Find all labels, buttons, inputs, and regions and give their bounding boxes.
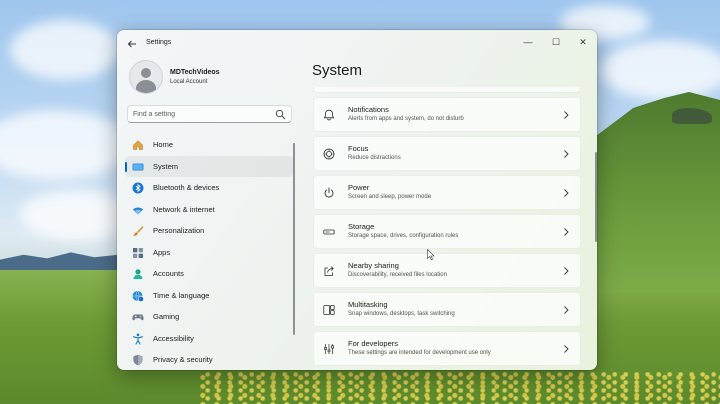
sidebar-item-label: Network & internet [153, 204, 215, 214]
sidebar-item-label: Home [153, 140, 174, 149]
card-subtitle: Reduce distractions [348, 155, 401, 161]
accessibility-icon [132, 333, 144, 345]
sidebar-item-time-language[interactable]: Time & language [125, 285, 293, 307]
sidebar-item-accounts[interactable]: Accounts [125, 263, 293, 285]
card-notifications[interactable]: Notifications Alerts from apps and syste… [313, 97, 581, 132]
mouse-cursor-icon [427, 249, 435, 260]
profile-name: MDTechVideos [170, 69, 220, 76]
card-multitasking[interactable]: Multitasking Snap windows, desktops, tas… [313, 292, 581, 327]
card-focus[interactable]: Focus Reduce distractions [313, 136, 581, 171]
sidebar-item-accessibility[interactable]: Accessibility [125, 328, 293, 350]
developer-tools-icon [324, 344, 335, 354]
maximize-button[interactable]: ☐ [543, 34, 569, 50]
globe-clock-icon [132, 290, 144, 302]
card-title: Notifications [348, 105, 389, 114]
card-power[interactable]: Power Screen and sleep, power mode [313, 175, 581, 210]
search-input[interactable] [133, 108, 273, 120]
accounts-icon [133, 269, 143, 279]
card-subtitle: Alerts from apps and system, do not dist… [348, 116, 464, 122]
window-title: Settings [146, 39, 172, 46]
sidebar-nav: Home System Bluetooth & devices Network … [125, 134, 293, 370]
back-arrow-icon [127, 40, 136, 48]
sidebar-scrollbar[interactable] [293, 143, 295, 335]
card-subtitle: Screen and sleep, power mode [348, 194, 432, 200]
card-subtitle: These settings are intended for developm… [348, 350, 491, 356]
sidebar-item-label: Time & language [153, 290, 210, 300]
chevron-right-icon [564, 111, 569, 119]
sidebar-item-label: Accounts [153, 269, 184, 278]
home-icon [133, 140, 143, 150]
sidebar-item-home[interactable]: Home [125, 134, 293, 156]
brush-icon [133, 226, 144, 236]
card-title: Nearby sharing [348, 261, 399, 270]
main-scrollbar[interactable] [595, 152, 597, 242]
card-nearby-sharing[interactable]: Nearby sharing Discoverability, received… [313, 253, 581, 288]
chevron-right-icon [564, 345, 569, 353]
bluetooth-icon [132, 182, 144, 194]
sidebar-item-privacy-security[interactable]: Privacy & security [125, 349, 293, 370]
share-icon [324, 266, 334, 276]
card-title: Storage [348, 222, 375, 231]
chevron-right-icon [564, 267, 569, 275]
focus-icon [323, 148, 335, 160]
title-bar: Settings — ☐ ✕ [117, 30, 597, 58]
card-title: Power [348, 183, 370, 192]
card-title: Focus [348, 144, 369, 153]
bell-icon [323, 109, 335, 121]
sidebar-item-label: Personalization [153, 226, 205, 235]
close-button[interactable]: ✕ [570, 34, 596, 50]
shield-icon [133, 354, 143, 366]
apps-icon [133, 247, 143, 258]
avatar [129, 60, 163, 94]
settings-window: Settings — ☐ ✕ MDTechVideos Local Accoun… [117, 30, 597, 370]
system-settings-list: Notifications Alerts from apps and syste… [313, 87, 581, 370]
power-icon [324, 187, 334, 198]
storage-icon [323, 229, 335, 235]
card-storage[interactable]: Storage Storage space, drives, configura… [313, 214, 581, 249]
card-subtitle: Storage space, drives, configuration rul… [348, 233, 459, 239]
chevron-right-icon [564, 150, 569, 158]
page-title: System [312, 62, 363, 79]
sidebar-item-label: Gaming [153, 312, 180, 321]
chevron-right-icon [564, 306, 569, 314]
minimize-button[interactable]: — [515, 34, 541, 50]
card-subtitle: Discoverability, received files location [348, 272, 447, 278]
chevron-right-icon [564, 228, 569, 236]
sidebar-item-gaming[interactable]: Gaming [125, 306, 293, 328]
card-title: Multitasking [348, 300, 388, 309]
multitasking-icon [323, 305, 335, 315]
sidebar-item-label: Accessibility [153, 333, 194, 343]
sidebar-item-label: Bluetooth & devices [153, 183, 220, 192]
sidebar-item-personalization[interactable]: Personalization [125, 220, 293, 242]
sidebar-item-network[interactable]: Network & internet [125, 199, 293, 221]
sidebar-item-label: Privacy & security [153, 355, 213, 364]
sidebar-item-label: System [153, 161, 179, 171]
list-item-partial [313, 87, 581, 93]
sidebar-item-apps[interactable]: Apps [125, 242, 293, 264]
profile-account-type: Local Account [170, 79, 208, 85]
gamepad-icon [132, 314, 144, 321]
card-title: For developers [348, 339, 399, 348]
back-button[interactable] [125, 37, 139, 51]
wifi-icon [133, 207, 143, 214]
sidebar-item-system[interactable]: System [125, 155, 293, 177]
chevron-right-icon [564, 189, 569, 197]
sidebar-item-label: Apps [153, 247, 171, 257]
card-for-developers[interactable]: For developers These settings are intend… [313, 331, 581, 366]
search-box[interactable] [127, 105, 292, 123]
sidebar-item-bluetooth[interactable]: Bluetooth & devices [125, 177, 293, 199]
system-icon [132, 163, 144, 170]
search-icon[interactable] [275, 109, 286, 120]
card-subtitle: Snap windows, desktops, task switching [348, 311, 455, 317]
